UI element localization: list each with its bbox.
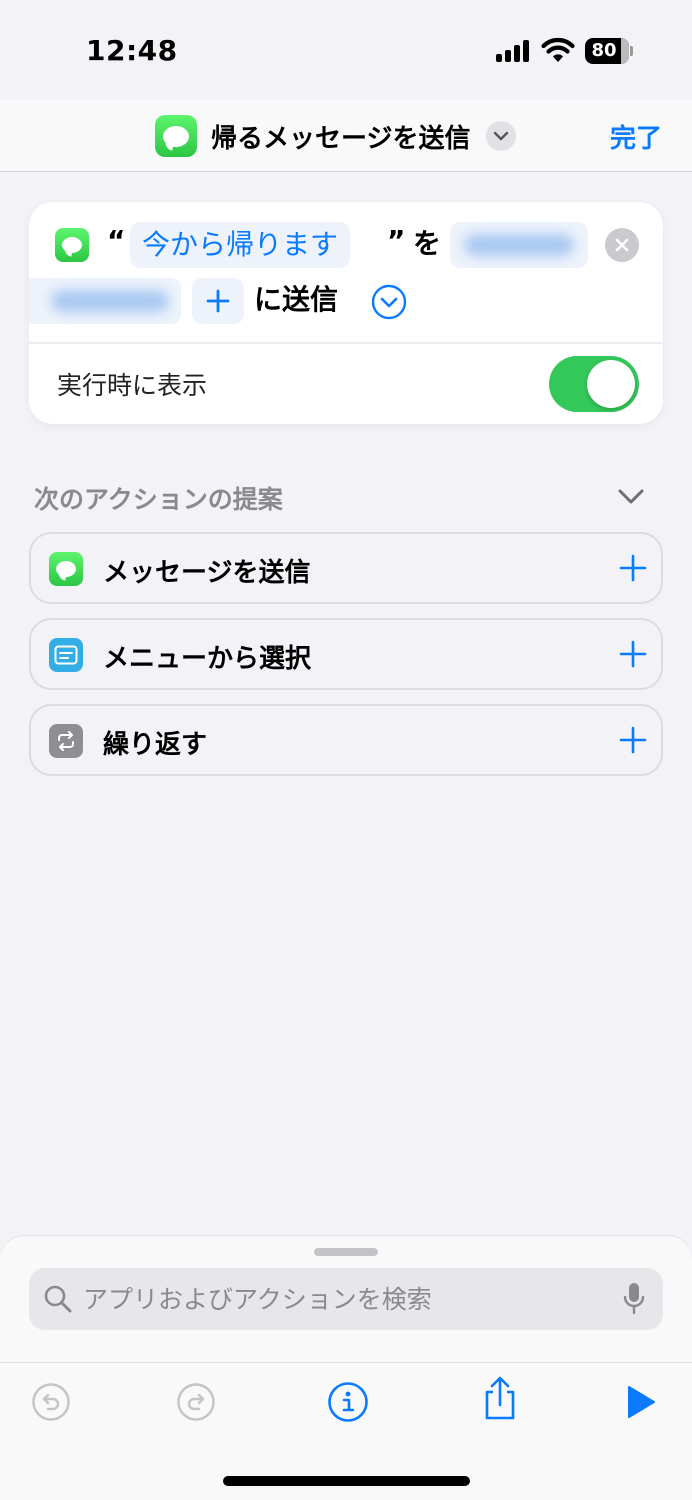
status-time: 12:48 xyxy=(86,34,178,67)
page-title: 帰るメッセージを送信 xyxy=(211,123,471,154)
message-text-token[interactable]: 今から帰ります xyxy=(130,222,351,268)
search-icon xyxy=(44,1285,72,1313)
suggestion-label: メニューから選択 xyxy=(103,644,312,674)
add-recipient-button[interactable] xyxy=(192,278,244,324)
messages-icon xyxy=(49,552,83,586)
suggestion-label: メッセージを送信 xyxy=(103,558,311,588)
messages-icon xyxy=(155,115,197,157)
info-button[interactable] xyxy=(326,1380,370,1424)
toolbar-divider xyxy=(0,1362,692,1363)
send-to-label: に送信 xyxy=(254,283,339,316)
open-quote: “ xyxy=(107,224,126,257)
show-when-run-toggle[interactable] xyxy=(549,356,639,412)
repeat-icon xyxy=(49,724,83,758)
wifi-icon xyxy=(541,37,575,62)
sheet-grabber[interactable] xyxy=(314,1248,378,1256)
show-when-run-label: 実行時に表示 xyxy=(57,371,208,400)
action-row-2: に送信 xyxy=(29,278,663,324)
collapse-suggestions-chevron-icon[interactable] xyxy=(616,484,646,508)
suggestion-send-message[interactable]: メッセージを送信 xyxy=(29,532,663,604)
plus-icon xyxy=(206,289,230,313)
cellular-signal-icon xyxy=(496,40,532,62)
redo-icon xyxy=(177,1383,215,1421)
chevron-down-icon[interactable] xyxy=(486,121,517,151)
status-bar: 12:48 80 xyxy=(0,0,692,100)
clear-recipient-button[interactable] xyxy=(605,228,639,262)
add-icon[interactable] xyxy=(619,726,647,754)
battery-icon: 80 xyxy=(585,38,633,64)
action-row-1: “ 今から帰ります ” を xyxy=(29,222,663,268)
close-quote: ” xyxy=(387,224,406,257)
menu-icon xyxy=(49,638,83,672)
add-icon[interactable] xyxy=(619,554,647,582)
run-button[interactable] xyxy=(618,1380,662,1424)
search-field xyxy=(29,1268,663,1330)
search-input[interactable] xyxy=(83,1276,603,1322)
redo-button[interactable] xyxy=(174,1380,218,1424)
expand-chevron-icon[interactable] xyxy=(371,284,407,320)
share-icon xyxy=(485,1376,515,1420)
recipient-token-2[interactable] xyxy=(29,278,181,324)
play-icon xyxy=(628,1386,655,1418)
action-search-sheet xyxy=(0,1236,692,1500)
battery-level: 80 xyxy=(591,40,617,61)
suggestion-repeat[interactable]: 繰り返す xyxy=(29,704,663,776)
nav-bar: 帰るメッセージを送信 完了 xyxy=(0,100,692,172)
suggestions-title: 次のアクションの提案 xyxy=(34,485,283,514)
shortcut-title-menu[interactable]: 帰るメッセージを送信 xyxy=(155,114,517,158)
undo-button[interactable] xyxy=(29,1380,73,1424)
card-divider xyxy=(29,342,663,344)
undo-icon xyxy=(32,1383,70,1421)
home-indicator xyxy=(223,1476,470,1486)
particle-wo: を xyxy=(413,227,442,260)
recipient-token-1[interactable] xyxy=(450,222,588,268)
send-message-action-card: “ 今から帰ります ” を に送信 実行時に表示 xyxy=(29,202,663,424)
info-icon xyxy=(328,1382,368,1422)
share-button[interactable] xyxy=(478,1376,522,1420)
messages-icon xyxy=(55,228,89,262)
suggestion-choose-from-menu[interactable]: メニューから選択 xyxy=(29,618,663,690)
add-icon[interactable] xyxy=(619,640,647,668)
suggestion-label: 繰り返す xyxy=(103,730,208,760)
microphone-icon[interactable] xyxy=(623,1282,645,1316)
done-button[interactable]: 完了 xyxy=(610,118,662,155)
